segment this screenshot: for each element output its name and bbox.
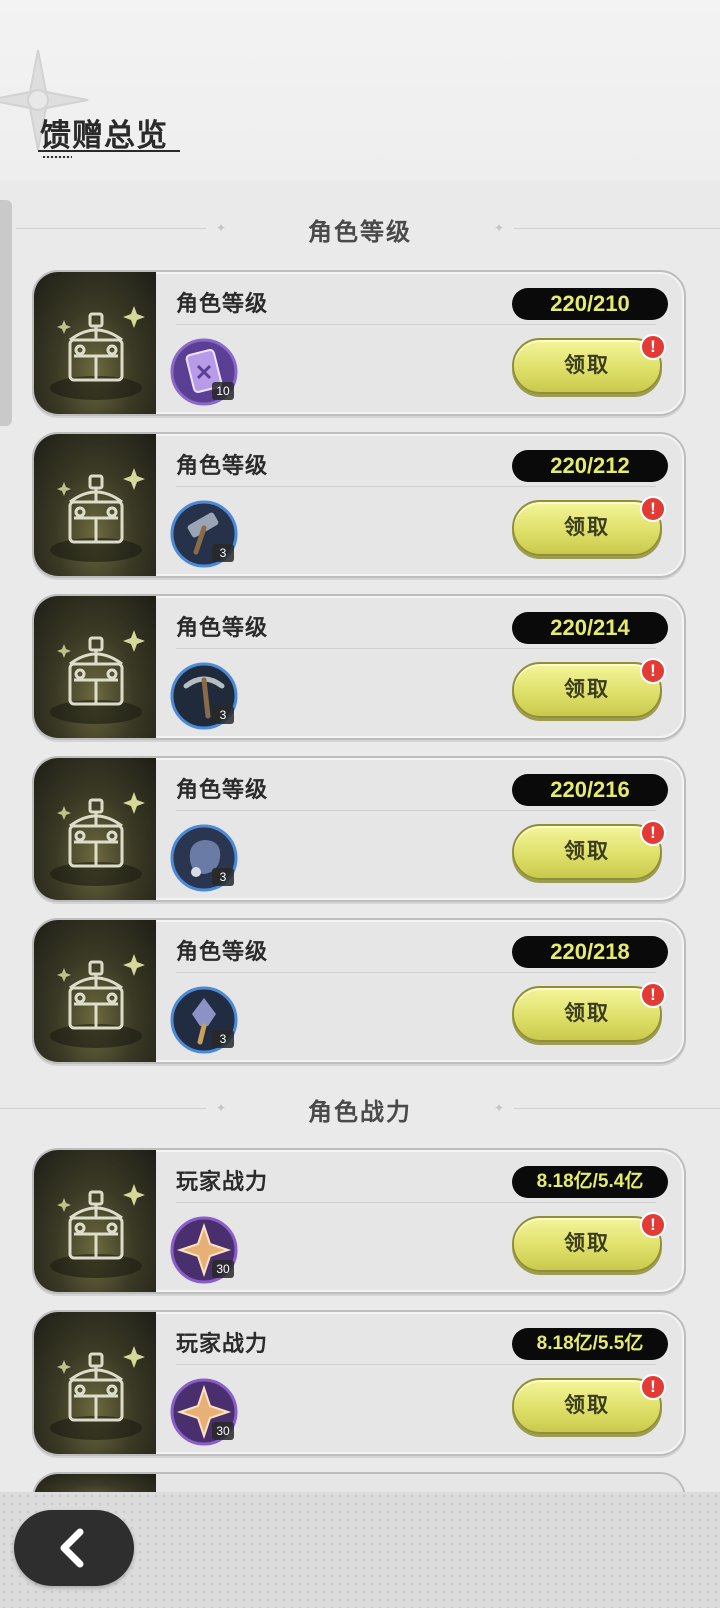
divider: [176, 486, 656, 487]
reward-count: 3: [212, 706, 234, 724]
progress-badge: 220/218: [512, 936, 668, 968]
reward-chest: [34, 758, 156, 900]
reward-count: 3: [212, 868, 234, 886]
alert-badge: !: [640, 982, 666, 1008]
alert-badge: !: [640, 496, 666, 522]
divider: [176, 648, 656, 649]
card-title: 角色等级: [176, 940, 269, 965]
title-dots: [42, 156, 72, 158]
progress-badge: 220/216: [512, 774, 668, 806]
reward-chest: [34, 1312, 156, 1454]
card-title: 角色等级: [176, 454, 269, 479]
divider: [176, 1202, 656, 1203]
page-title: 馈赠总览: [40, 118, 168, 154]
treasure-chest-icon: [50, 468, 145, 562]
reward-chest: [34, 272, 156, 414]
progress-badge: 220/212: [512, 450, 668, 482]
reward-count: 30: [212, 1260, 234, 1278]
treasure-chest-icon: [50, 1184, 145, 1278]
title-underline: [38, 150, 180, 152]
divider: [176, 1364, 656, 1365]
progress-badge: 220/210: [512, 288, 668, 320]
card-title: 角色等级: [176, 778, 269, 803]
card-title: 玩家战力: [176, 1170, 269, 1195]
reward-count: 3: [212, 544, 234, 562]
section-title: 角色等级: [308, 218, 412, 246]
section-header-level: ✦ 角色等级 ✦: [0, 206, 720, 252]
card-title: 角色等级: [176, 292, 269, 317]
alert-badge: !: [640, 820, 666, 846]
reward-chest: [34, 434, 156, 576]
card-title: 角色等级: [176, 616, 269, 641]
reward-card: 角色等级 220/212 3 领取 !: [32, 432, 686, 578]
alert-badge: !: [640, 334, 666, 360]
alert-badge: !: [640, 1374, 666, 1400]
alert-badge: !: [640, 658, 666, 684]
section-header-power: ✦ 角色战力 ✦: [0, 1086, 720, 1132]
back-button[interactable]: [14, 1510, 134, 1586]
reward-card: 角色等级 220/216 3 领取 !: [32, 756, 686, 902]
treasure-chest-icon: [50, 306, 145, 400]
treasure-chest-icon: [50, 792, 145, 886]
reward-chest: [34, 1150, 156, 1292]
card-title: 玩家战力: [176, 1332, 269, 1357]
chevron-left-icon: [60, 1528, 84, 1568]
divider: [176, 972, 656, 973]
reward-count: 10: [212, 382, 234, 400]
reward-count: 3: [212, 1030, 234, 1048]
reward-card: 角色等级 220/214 3 领取 !: [32, 594, 686, 740]
divider: [176, 810, 656, 811]
section-title: 角色战力: [308, 1098, 412, 1126]
treasure-chest-icon: [50, 630, 145, 724]
reward-card: 玩家战力 8.18亿/5.5亿 30 领取 !: [32, 1310, 686, 1456]
reward-chest: [34, 920, 156, 1062]
divider: [176, 324, 656, 325]
progress-badge: 8.18亿/5.4亿: [512, 1166, 668, 1198]
alert-badge: !: [640, 1212, 666, 1238]
reward-card: 角色等级 220/210 10 领取 !: [32, 270, 686, 416]
reward-card: 玩家战力 8.18亿/5.4亿 30 领取 !: [32, 1148, 686, 1294]
reward-card: 角色等级 220/218 3 领取 !: [32, 918, 686, 1064]
reward-chest: [34, 596, 156, 738]
treasure-chest-icon: [50, 1346, 145, 1440]
reward-count: 30: [212, 1422, 234, 1440]
progress-badge: 8.18亿/5.5亿: [512, 1328, 668, 1360]
progress-badge: 220/214: [512, 612, 668, 644]
header: 馈赠总览: [0, 0, 720, 180]
treasure-chest-icon: [50, 954, 145, 1048]
